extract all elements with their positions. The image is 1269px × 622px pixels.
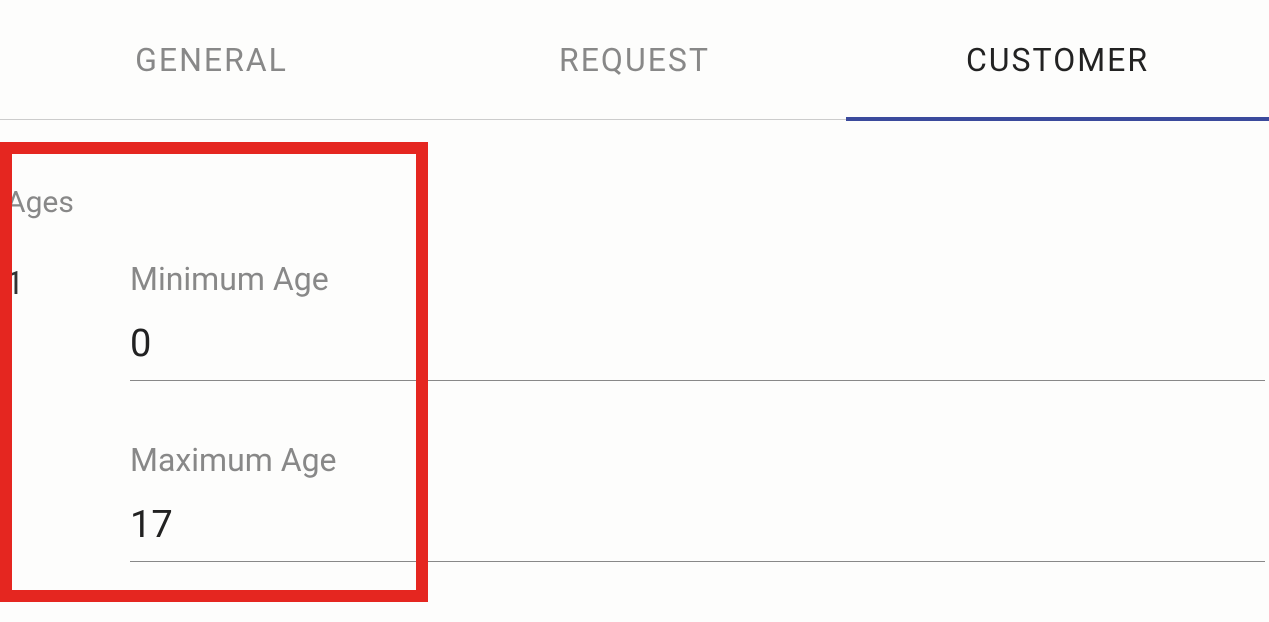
age-row: 1 Minimum Age Maximum Age (0, 260, 1269, 622)
tab-content: Ages 1 Minimum Age Maximum Age (0, 120, 1269, 622)
row-fields: Minimum Age Maximum Age (130, 260, 1269, 622)
tab-general[interactable]: GENERAL (0, 0, 423, 119)
tab-bar: GENERAL REQUEST CUSTOMER (0, 0, 1269, 120)
minimum-age-input[interactable] (130, 316, 1265, 381)
tab-request[interactable]: REQUEST (423, 0, 846, 119)
maximum-age-input[interactable] (130, 497, 1265, 562)
row-index: 1 (0, 260, 130, 302)
minimum-age-field: Minimum Age (130, 260, 1265, 381)
section-title-ages: Ages (6, 185, 1269, 220)
tab-customer[interactable]: CUSTOMER (846, 0, 1269, 119)
maximum-age-label: Maximum Age (130, 441, 1265, 479)
maximum-age-field: Maximum Age (130, 441, 1265, 562)
minimum-age-label: Minimum Age (130, 260, 1265, 298)
